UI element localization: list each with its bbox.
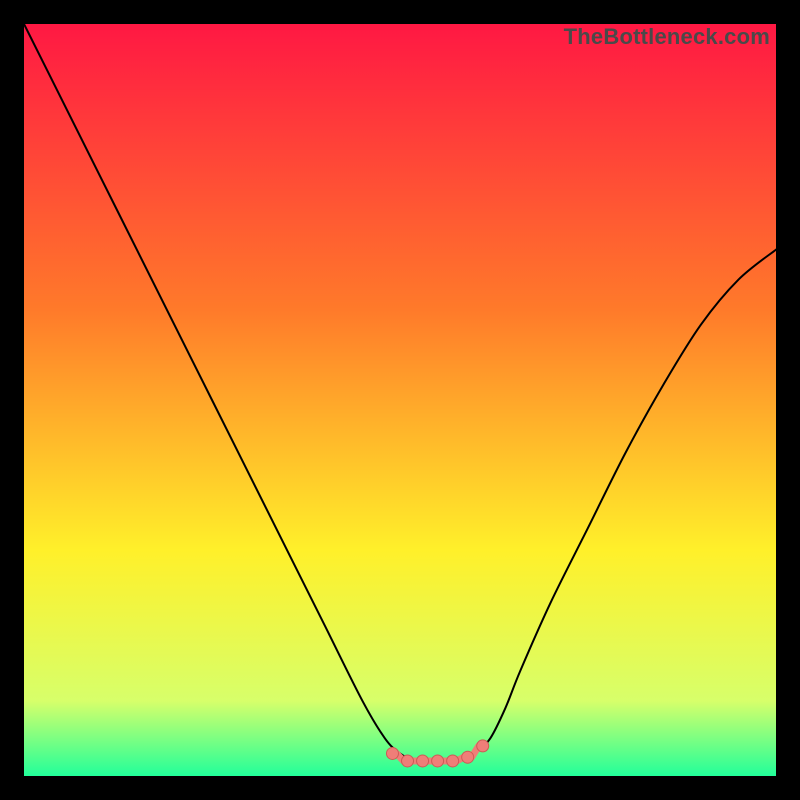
plot-area: TheBottleneck.com: [24, 24, 776, 776]
marker-dot: [417, 755, 429, 767]
marker-dot: [432, 755, 444, 767]
marker-dot: [386, 747, 398, 759]
gradient-background: [24, 24, 776, 776]
marker-dot: [477, 740, 489, 752]
marker-dot: [447, 755, 459, 767]
chart-svg: [24, 24, 776, 776]
marker-dot: [462, 751, 474, 763]
marker-dot: [402, 755, 414, 767]
chart-canvas: TheBottleneck.com: [0, 0, 800, 800]
watermark-text: TheBottleneck.com: [564, 24, 770, 50]
